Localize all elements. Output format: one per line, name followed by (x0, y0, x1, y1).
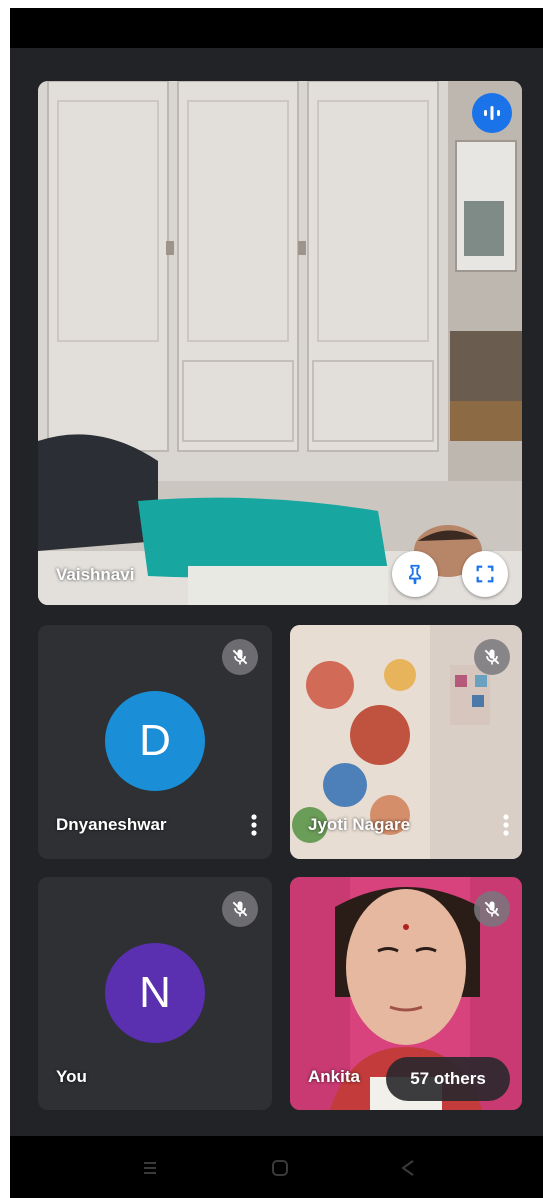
participant-tile[interactable]: D Dnyaneshwar (38, 625, 272, 859)
avatar: N (105, 943, 205, 1043)
participant-name: Ankita (308, 1067, 360, 1086)
muted-indicator (222, 639, 258, 675)
pin-icon (409, 564, 421, 585)
recents-button[interactable] (136, 1154, 164, 1182)
home-button[interactable] (266, 1154, 294, 1182)
muted-indicator (474, 891, 510, 927)
fullscreen-button[interactable] (462, 551, 508, 597)
participant-name: Vaishnavi (56, 565, 135, 584)
participant-tile-main[interactable]: Vaishnavi (38, 81, 522, 605)
avatar: D (105, 691, 205, 791)
participant-name: Jyoti Nagare (308, 815, 411, 834)
status-bar (10, 8, 543, 48)
participant-name: You (56, 1067, 87, 1086)
more-options-button[interactable] (244, 809, 264, 841)
participant-name: Dnyaneshwar (56, 815, 167, 834)
participant-tile-self[interactable]: N You (38, 877, 272, 1110)
mic-off-icon (232, 901, 248, 917)
back-button[interactable] (394, 1154, 422, 1182)
muted-indicator (222, 891, 258, 927)
participant-tile[interactable]: Ankita 57 others (290, 877, 522, 1110)
back-icon (401, 1160, 414, 1176)
home-icon (272, 1160, 288, 1176)
phone-screen: Vaishnavi D Dnyaneshwar Jyoti Nagare N Y… (10, 8, 543, 1198)
mic-off-icon (484, 649, 500, 665)
others-count-button[interactable]: 57 others (386, 1057, 510, 1101)
video-feed (38, 81, 522, 605)
navigation-bar (10, 1136, 543, 1198)
audio-wave-icon (484, 106, 500, 120)
mic-off-icon (232, 649, 248, 665)
muted-indicator (474, 639, 510, 675)
participant-tile[interactable]: Jyoti Nagare (290, 625, 522, 859)
mic-off-icon (484, 901, 500, 917)
more-vertical-icon (503, 814, 509, 836)
recents-icon (144, 1162, 156, 1174)
more-options-button[interactable] (496, 809, 516, 841)
pin-button[interactable] (392, 551, 438, 597)
more-vertical-icon (251, 814, 257, 836)
fullscreen-icon (476, 565, 494, 583)
speaking-indicator (472, 93, 512, 133)
